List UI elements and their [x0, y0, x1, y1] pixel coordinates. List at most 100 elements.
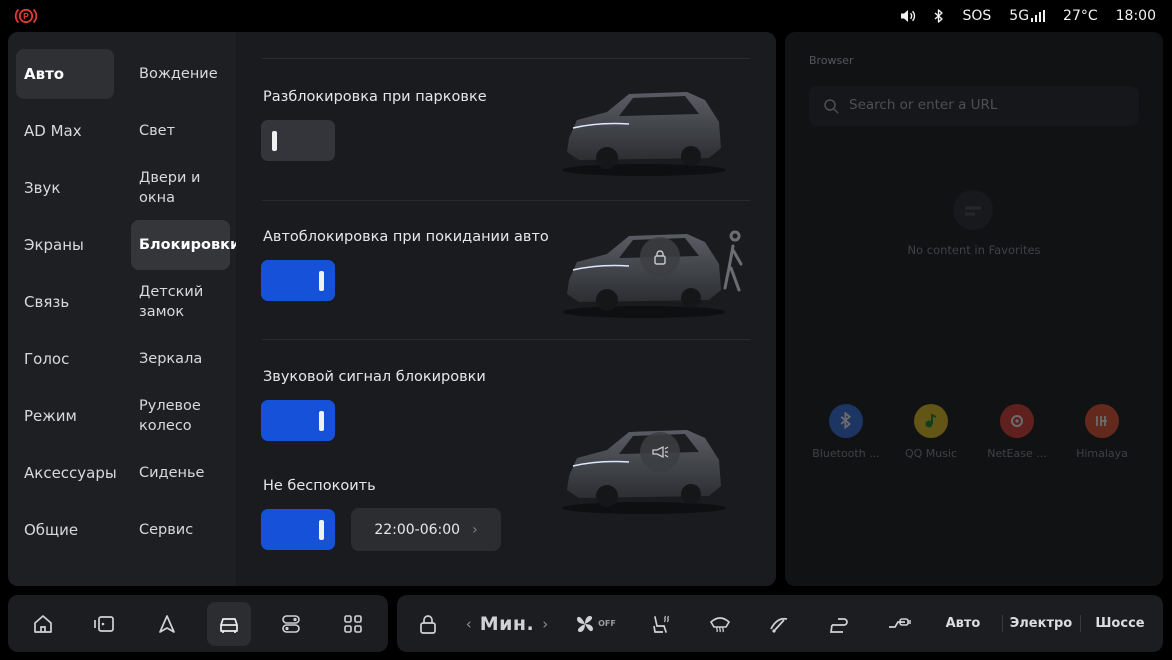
secondary-nav: Вождение Свет Двери и окна Блокировки Де… — [122, 32, 240, 586]
sos-label[interactable]: SOS — [962, 8, 991, 24]
divider — [262, 58, 750, 59]
park-unlock-label: Разблокировка при парковке — [263, 89, 487, 105]
dock-climate: ‹ Мин. › OFF Авто Электро Шоссе — [397, 595, 1163, 652]
nav-item-screens[interactable]: Экраны — [16, 220, 114, 270]
chevron-left-icon[interactable]: ‹ — [466, 615, 472, 633]
car-icon[interactable] — [207, 602, 251, 646]
app-name: Himalaya — [1076, 447, 1128, 460]
browser-title: Browser — [809, 54, 854, 67]
browser-search-input[interactable]: Search or enter a URL — [809, 86, 1139, 126]
chevron-right-icon[interactable]: › — [542, 615, 548, 633]
nav-item-accessories[interactable]: Аксессуары — [16, 448, 117, 498]
app-name: NetEase ... — [987, 447, 1047, 460]
search-icon — [824, 99, 839, 114]
car-image — [562, 92, 726, 176]
empty-favorites-text: No content in Favorites — [907, 243, 1041, 257]
drive-mode-label: Авто — [945, 616, 981, 631]
apps-grid-icon[interactable] — [331, 602, 375, 646]
dnd-toggle[interactable] — [261, 509, 335, 550]
toggles-icon[interactable] — [269, 602, 313, 646]
home-icon[interactable] — [21, 602, 65, 646]
lock-icon[interactable] — [411, 595, 445, 652]
dnd-label: Не беспокоить — [263, 478, 376, 494]
drive-mode-label: Электро — [1009, 616, 1073, 631]
divider — [1002, 615, 1003, 632]
park-unlock-toggle[interactable] — [261, 120, 335, 161]
lock-sound-label: Звуковой сигнал блокировки — [263, 369, 486, 385]
parking-brake-icon: P — [14, 8, 38, 24]
cards-icon[interactable] — [82, 602, 126, 646]
nav-item-auto[interactable]: Авто — [16, 49, 114, 99]
search-placeholder: Search or enter a URL — [849, 97, 998, 113]
chevron-right-icon: › — [472, 521, 478, 538]
locks-settings-content: Разблокировка при парковке Автоблокировк… — [236, 32, 776, 586]
walkaway-lock-label: Автоблокировка при покидании авто — [263, 229, 549, 245]
nav-item-lights[interactable]: Свет — [131, 106, 229, 156]
nav-item-service[interactable]: Сервис — [131, 505, 229, 555]
divider — [262, 200, 750, 201]
toggle-knob — [272, 131, 277, 151]
nav-item-mirrors[interactable]: Зеркала — [131, 334, 229, 384]
primary-nav: Авто AD Max Звук Экраны Связь Голос Режи… — [8, 32, 122, 586]
fan-icon — [577, 615, 594, 632]
app-qq-music[interactable]: QQ Music — [891, 404, 971, 460]
network-indicator: 5G — [1009, 8, 1046, 24]
fan-speed-value: Мин. — [479, 612, 535, 635]
app-himalaya[interactable]: Himalaya — [1062, 404, 1142, 460]
toggle-knob — [319, 271, 324, 291]
drive-mode-auto[interactable]: Авто — [937, 595, 989, 652]
nav-item-voice[interactable]: Голос — [16, 334, 114, 384]
horn-icon — [640, 432, 680, 472]
nav-item-driving[interactable]: Вождение — [131, 49, 229, 99]
app-bluetooth[interactable]: Bluetooth ... — [806, 404, 886, 460]
mirror-fold-icon[interactable] — [821, 595, 857, 652]
svg-text:P: P — [23, 11, 29, 21]
walkaway-lock-toggle[interactable] — [261, 260, 335, 301]
drive-mode-label: Шоссе — [1095, 616, 1145, 631]
nav-item-connectivity[interactable]: Связь — [16, 277, 114, 327]
status-bar: P SOS 5G 27°C 18:00 — [0, 0, 1172, 32]
qq-music-icon — [914, 404, 948, 438]
nav-item-mode[interactable]: Режим — [16, 391, 114, 441]
nav-item-child-lock[interactable]: Детский замок — [131, 277, 211, 327]
divider — [1080, 615, 1081, 632]
bluetooth-icon[interactable] — [934, 8, 944, 24]
bluetooth-icon — [829, 404, 863, 438]
fan-speed-control[interactable]: ‹ Мин. › — [461, 595, 553, 652]
charge-port-icon[interactable] — [881, 595, 917, 652]
toggle-knob — [319, 411, 324, 431]
front-defrost-icon[interactable] — [702, 595, 738, 652]
netease-music-icon — [1000, 404, 1034, 438]
empty-favorites-icon — [953, 190, 993, 230]
settings-panel: Авто AD Max Звук Экраны Связь Голос Режи… — [8, 32, 776, 586]
nav-item-general[interactable]: Общие — [16, 505, 114, 555]
dock-left — [8, 595, 388, 652]
browser-panel: Browser Search or enter a URL No content… — [785, 32, 1163, 586]
wiper-icon[interactable] — [761, 595, 797, 652]
app-name: Bluetooth ... — [812, 447, 880, 460]
drive-mode-highway[interactable]: Шоссе — [1087, 595, 1153, 652]
nav-item-locks[interactable]: Блокировки — [131, 220, 240, 270]
dnd-time-button[interactable]: 22:00-06:00 › — [351, 508, 501, 551]
app-netease[interactable]: NetEase ... — [977, 404, 1057, 460]
network-label: 5G — [1009, 8, 1030, 24]
volume-icon[interactable] — [900, 9, 916, 23]
nav-item-ad-max[interactable]: AD Max — [16, 106, 114, 156]
himalaya-icon — [1085, 404, 1119, 438]
navigation-icon[interactable] — [145, 602, 189, 646]
app-name: QQ Music — [904, 447, 958, 460]
nav-item-sound[interactable]: Звук — [16, 163, 114, 213]
nav-item-steering-wheel[interactable]: Рулевое колесо — [131, 391, 211, 441]
lock-sound-toggle[interactable] — [261, 400, 335, 441]
nav-item-seat[interactable]: Сиденье — [131, 448, 229, 498]
seat-heat-icon[interactable] — [642, 595, 678, 652]
toggle-knob — [319, 520, 324, 540]
drive-mode-electric[interactable]: Электро — [1008, 595, 1074, 652]
clock-label: 18:00 — [1115, 8, 1156, 24]
signal-icon — [1031, 10, 1046, 22]
fan-state: OFF — [598, 619, 616, 628]
divider — [262, 339, 750, 340]
fan-button[interactable]: OFF — [569, 595, 621, 652]
nav-item-doors-windows[interactable]: Двери и окна — [131, 163, 211, 213]
dnd-time-range: 22:00-06:00 — [374, 521, 461, 538]
